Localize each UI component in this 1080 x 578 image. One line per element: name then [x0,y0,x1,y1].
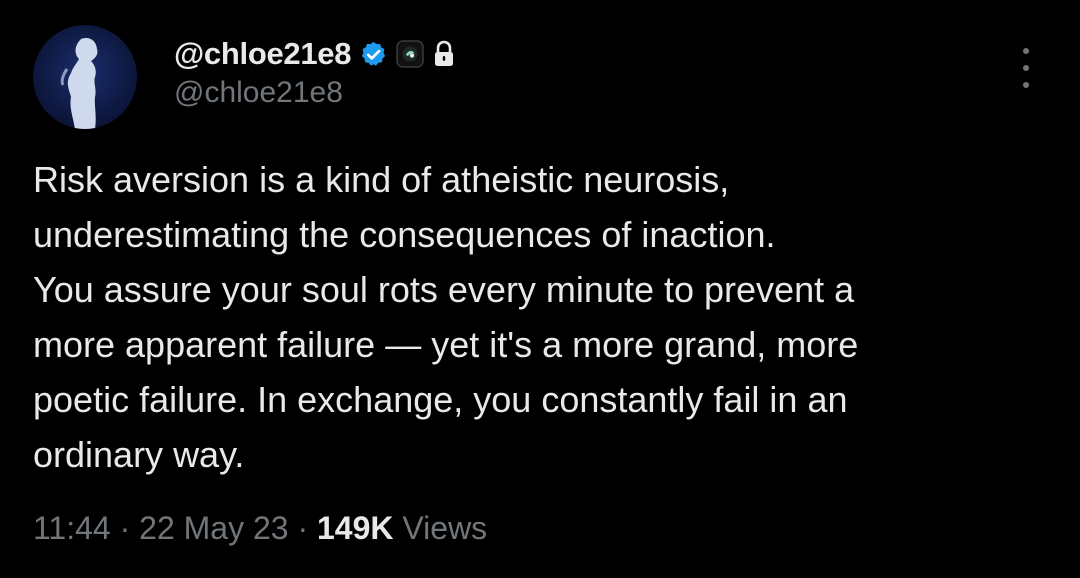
avatar-figure-icon [60,38,98,129]
name-row: @chloe21e8 [174,34,456,74]
more-dot [1023,48,1029,54]
avatar[interactable] [33,25,137,129]
tweet-card: @chloe21e8 @chloe21e8 Risk aversion is a… [0,0,1080,578]
meta-separator: · [288,510,317,546]
views-count[interactable]: 149K [317,510,394,546]
more-dot [1023,65,1029,71]
verified-badge-icon [359,40,388,69]
more-dot [1023,82,1029,88]
tweet-meta: 11:44 · 22 May 23 · 149K Views [33,510,487,547]
meta-separator: · [110,510,140,546]
tweet-text: Risk aversion is a kind of atheistic neu… [33,159,859,475]
more-options-icon[interactable] [1012,48,1040,88]
tweet-header: @chloe21e8 @chloe21e8 [174,34,456,110]
lock-icon [432,40,456,68]
handle[interactable]: @chloe21e8 [174,76,456,110]
tweet-date[interactable]: 22 May 23 [139,510,288,546]
affiliate-badge-icon[interactable] [396,40,424,68]
views-label: Views [393,510,488,546]
tweet-time[interactable]: 11:44 [33,510,111,546]
display-name[interactable]: @chloe21e8 [174,36,351,72]
